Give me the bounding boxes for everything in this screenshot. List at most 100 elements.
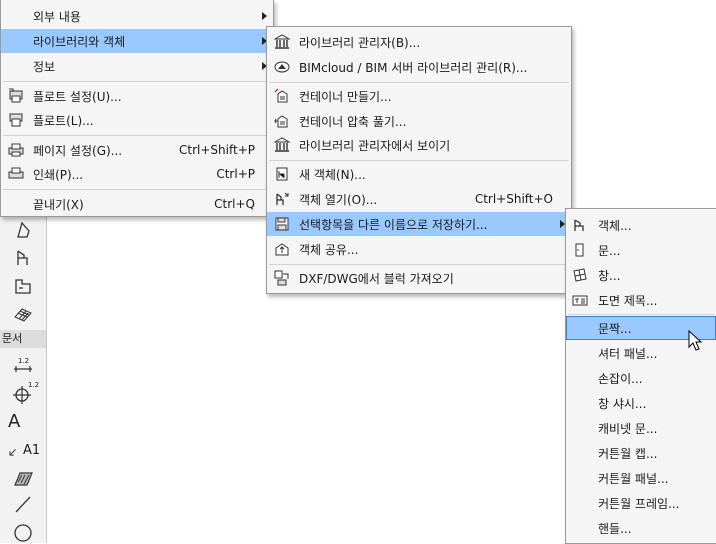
door-icon bbox=[571, 241, 589, 259]
menu-item-save-as-window[interactable]: 창... bbox=[566, 263, 716, 287]
libraries-objects-submenu: 라이브러리 관리자(B)... BIMcloud / BIM 서버 라이브러리 … bbox=[266, 26, 572, 294]
menu-item-label: 손잡이... bbox=[598, 371, 643, 386]
save-selection-as-submenu: 객체... 문... 창... 도면 제목... 문짝... 셔터 패널... … bbox=[565, 208, 716, 544]
window-icon bbox=[571, 266, 589, 284]
menu-item-label: 정보 bbox=[33, 59, 56, 74]
menu-item-plot[interactable]: 플로트(L)... bbox=[1, 108, 273, 132]
create-container-icon bbox=[273, 87, 291, 105]
object-icon bbox=[571, 216, 589, 234]
menu-item-label: 객체... bbox=[598, 218, 632, 233]
menu-item-extract-container[interactable]: 컨테이너 압축 풀기... bbox=[267, 109, 571, 133]
line-tool-icon[interactable] bbox=[6, 492, 40, 516]
menu-item-print[interactable]: 인쇄(P)... Ctrl+P bbox=[1, 162, 273, 186]
menu-item-exit[interactable]: 끝내기(X) Ctrl+Q bbox=[1, 192, 273, 216]
submenu-arrow-icon bbox=[262, 12, 267, 20]
menu-item-page-setup[interactable]: 페이지 설정(G)... Ctrl+Shift+P bbox=[1, 138, 273, 162]
menu-item-save-as-object[interactable]: 객체... bbox=[566, 213, 716, 237]
menu-item-label: 문... bbox=[598, 243, 621, 258]
menu-item-label: 셔터 패널... bbox=[598, 346, 658, 361]
menu-item-save-as-curtain-wall-panel[interactable]: 커튼월 패널... bbox=[566, 466, 716, 490]
level-tag: 1.2 bbox=[28, 381, 40, 389]
menu-item-label: 인쇄(P)... bbox=[33, 167, 84, 182]
menu-item-label: 라이브러리 관리자에서 보이기 bbox=[299, 138, 451, 153]
roof-tool-icon[interactable] bbox=[6, 218, 40, 242]
menu-item-save-as-drawing-title[interactable]: 도면 제목... bbox=[566, 288, 716, 312]
menu-item-label: 객체 열기(O)... bbox=[299, 192, 378, 207]
menu-item-label: 커튼월 프레임... bbox=[598, 496, 680, 511]
menu-separator bbox=[269, 264, 569, 265]
menu-item-label: 도면 제목... bbox=[598, 293, 658, 308]
menu-item-label: 창 샤시... bbox=[598, 396, 647, 411]
menu-item-shortcut: Ctrl+P bbox=[216, 167, 255, 181]
menu-item-open-object[interactable]: 객체 열기(O)... Ctrl+Shift+O bbox=[267, 187, 571, 211]
menu-item-label: 라이브러리 관리자(B)... bbox=[299, 35, 421, 50]
menu-item-create-container[interactable]: 컨테이너 만들기... bbox=[267, 84, 571, 108]
library-icon bbox=[273, 33, 291, 51]
menu-item-label: 컨테이너 만들기... bbox=[299, 89, 392, 104]
menu-item-bimcloud-library[interactable]: BIMcloud / BIM 서버 라이브러리 관리(R)... bbox=[267, 55, 571, 79]
text-tool-icon[interactable]: A bbox=[8, 411, 20, 432]
menu-item-save-as-handle[interactable]: 핸들... bbox=[566, 516, 716, 540]
menu-item-save-as-knob[interactable]: 손잡이... bbox=[566, 366, 716, 390]
object-tool-icon[interactable] bbox=[6, 246, 40, 270]
menu-item-save-selection-as[interactable]: 선택항목을 다른 이름으로 저장하기... bbox=[267, 212, 571, 236]
menu-item-label: 새 객체(N)... bbox=[299, 167, 366, 182]
menu-item-label: DXF/DWG에서 블럭 가져오기 bbox=[299, 271, 454, 286]
menu-item-share-object[interactable]: 객체 공유... bbox=[267, 237, 571, 261]
menu-item-label: 객체 공유... bbox=[299, 242, 359, 257]
menu-item-library-manager[interactable]: 라이브러리 관리자(B)... bbox=[267, 30, 571, 54]
menu-item-new-object[interactable]: 새 객체(N)... bbox=[267, 162, 571, 186]
menu-item-save-as-window-sash[interactable]: 창 샤시... bbox=[566, 391, 716, 415]
menu-item-external-content[interactable]: 외부 내용 bbox=[1, 4, 273, 28]
new-object-icon bbox=[273, 165, 291, 183]
zone-tool-icon[interactable] bbox=[6, 274, 40, 298]
menu-item-save-as-curtain-wall-cap[interactable]: 커튼월 캡... bbox=[566, 441, 716, 465]
menu-item-save-as-door[interactable]: 문... bbox=[566, 238, 716, 262]
plotter-setup-icon bbox=[7, 87, 25, 105]
mesh-tool-icon[interactable] bbox=[6, 302, 40, 326]
share-object-icon bbox=[273, 240, 291, 258]
menu-item-label: 창... bbox=[598, 268, 621, 283]
save-icon bbox=[273, 215, 291, 233]
menu-separator bbox=[3, 81, 271, 82]
circle-tool-icon[interactable] bbox=[6, 520, 40, 544]
menu-item-libraries-objects[interactable]: 라이브러리와 객체 bbox=[1, 29, 273, 53]
menu-item-plot-setup[interactable]: 플로트 설정(U)... bbox=[1, 84, 273, 108]
drawing-title-icon bbox=[571, 291, 589, 309]
toolbox-section-document: 문서 bbox=[0, 330, 46, 348]
menu-item-label: 페이지 설정(G)... bbox=[33, 143, 123, 158]
menu-item-import-dxf-dwg-block[interactable]: DXF/DWG에서 블럭 가져오기 bbox=[267, 266, 571, 290]
menu-item-label: 선택항목을 다른 이름으로 저장하기... bbox=[299, 217, 488, 232]
mouse-pointer-icon bbox=[688, 330, 703, 351]
menu-separator bbox=[269, 160, 569, 161]
page-setup-icon bbox=[7, 141, 25, 159]
menu-item-label: 플로트(L)... bbox=[33, 113, 94, 128]
menu-separator bbox=[568, 314, 714, 315]
extract-container-icon bbox=[273, 112, 291, 130]
bimcloud-icon bbox=[273, 58, 291, 76]
printer-icon bbox=[7, 165, 25, 183]
menu-separator bbox=[269, 82, 569, 83]
menu-item-label: 커튼월 캡... bbox=[598, 446, 658, 461]
open-object-icon bbox=[273, 190, 291, 208]
menu-item-label: 커튼월 패널... bbox=[598, 471, 669, 486]
menu-item-label: 끝내기(X) bbox=[33, 197, 84, 212]
fill-tool-icon[interactable] bbox=[6, 466, 40, 490]
plotter-icon bbox=[7, 111, 25, 129]
label-tool-text: A1 bbox=[23, 442, 41, 458]
menu-item-label: 캐비넷 문... bbox=[598, 421, 658, 436]
menu-separator bbox=[3, 135, 271, 136]
dimension-tag: 1.2 bbox=[18, 357, 30, 365]
menu-item-label: BIMcloud / BIM 서버 라이브러리 관리(R)... bbox=[299, 60, 528, 75]
file-menu: 외부 내용 라이브러리와 객체 정보 플로트 설정(U)... 플로트(L)..… bbox=[0, 0, 274, 217]
menu-item-label: 문짝... bbox=[598, 321, 632, 336]
menu-item-info[interactable]: 정보 bbox=[1, 54, 273, 78]
menu-item-show-in-library-manager[interactable]: 라이브러리 관리자에서 보이기 bbox=[267, 133, 571, 157]
menu-item-save-as-cabinet-door[interactable]: 캐비넷 문... bbox=[566, 416, 716, 440]
label-tool-icon[interactable]: A1 bbox=[8, 438, 42, 462]
library-icon bbox=[273, 136, 291, 154]
menu-item-save-as-curtain-wall-frame[interactable]: 커튼월 프레임... bbox=[566, 491, 716, 515]
import-block-icon bbox=[273, 269, 291, 287]
menu-item-shortcut: Ctrl+Shift+O bbox=[474, 192, 553, 206]
menu-item-shortcut: Ctrl+Shift+P bbox=[179, 143, 255, 157]
